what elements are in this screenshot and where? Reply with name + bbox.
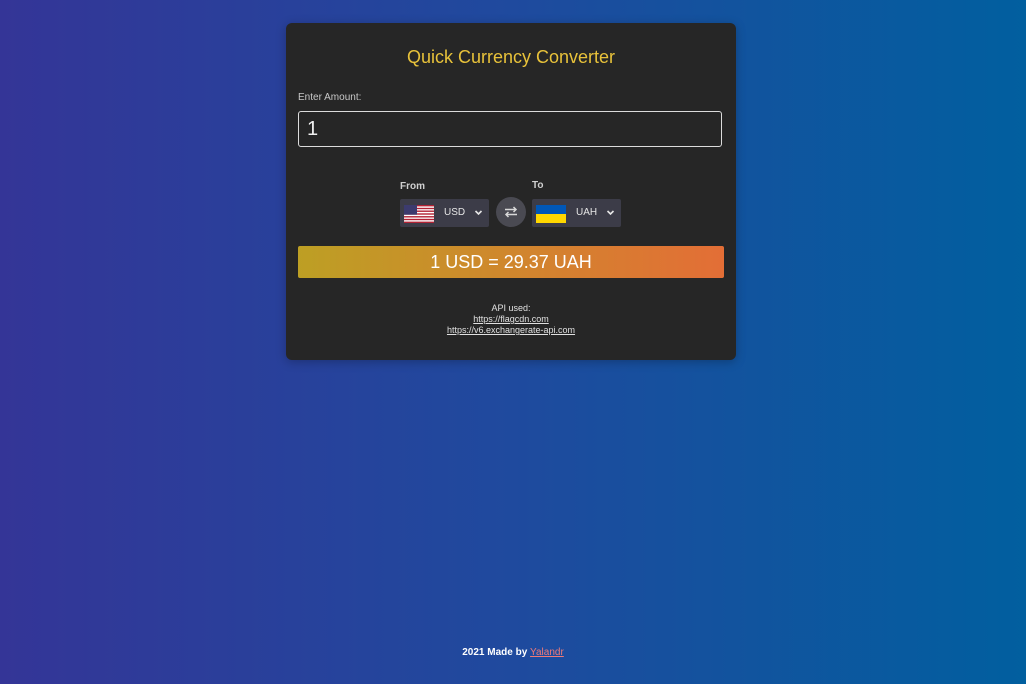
swap-button[interactable] [496, 197, 526, 227]
converter-card: Quick Currency Converter Enter Amount: F… [286, 23, 736, 360]
conversion-result: 1 USD = 29.37 UAH [298, 246, 724, 278]
us-flag-icon [404, 205, 434, 223]
from-currency-code: USD [444, 207, 466, 218]
app-title: Quick Currency Converter [406, 47, 616, 67]
flagcdn-link[interactable]: https://flagcdn.com [286, 314, 736, 325]
amount-label: Enter Amount: [298, 92, 362, 103]
api-credits: API used: https://flagcdn.com https://v6… [286, 303, 736, 336]
to-currency-code: UAH [576, 207, 598, 218]
swap-arrows-icon [504, 206, 518, 218]
to-label: To [532, 180, 544, 191]
ua-flag-icon [536, 205, 566, 223]
to-currency-select[interactable]: UAH [532, 199, 621, 227]
chevron-down-icon [474, 210, 483, 216]
chevron-down-icon [606, 210, 615, 216]
from-label: From [400, 181, 425, 192]
amount-input[interactable] [298, 111, 722, 147]
author-link[interactable]: Yalandr [530, 647, 564, 658]
exchangerate-api-link[interactable]: https://v6.exchangerate-api.com [286, 325, 736, 336]
footer-text: 2021 Made by [462, 647, 528, 658]
footer: 2021 Made by Yalandr [0, 647, 1026, 658]
from-currency-select[interactable]: USD [400, 199, 489, 227]
api-label: API used: [491, 303, 531, 313]
